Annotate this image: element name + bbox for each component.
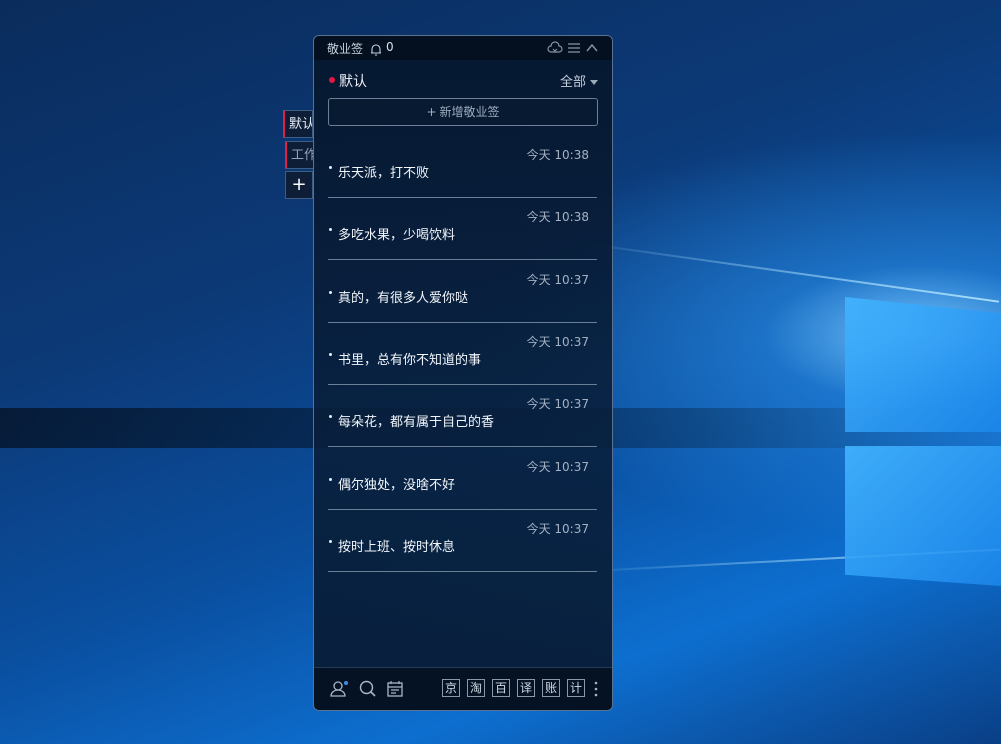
filter-label: 全部 <box>559 75 586 90</box>
note-time: 今天 10:37 <box>526 335 589 349</box>
cloud-sync-icon[interactable] <box>547 41 563 55</box>
windows-logo-pane <box>845 446 1001 586</box>
note-time: 今天 10:37 <box>526 273 589 287</box>
bell-icon[interactable] <box>370 41 382 56</box>
app-title: 敬业签 <box>327 42 364 56</box>
search-icon[interactable] <box>358 679 378 699</box>
chevron-down-icon <box>590 80 598 85</box>
plus-icon: + <box>426 105 437 119</box>
note-time: 今天 10:38 <box>526 210 589 224</box>
shortcut-baidu-button[interactable]: 百 <box>492 679 510 697</box>
note-text: 按时上班、按时休息 <box>338 540 456 555</box>
user-icon[interactable] <box>330 679 350 699</box>
note-text: 乐天派，打不败 <box>338 166 430 181</box>
menu-icon[interactable] <box>567 41 581 55</box>
title-bar: 敬业签 0 <box>314 36 612 60</box>
note-item[interactable]: 今天 10:37 按时上班、按时休息 <box>328 510 597 572</box>
windows-logo-pane <box>845 297 1001 432</box>
bullet-icon <box>329 353 332 356</box>
bullet-icon <box>329 228 332 231</box>
note-text: 书里，总有你不知道的事 <box>338 353 482 368</box>
notification-count: 0 <box>386 40 394 54</box>
note-item[interactable]: 今天 10:38 多吃水果，少喝饮料 <box>328 198 597 260</box>
wallpaper-light-beam <box>562 239 999 303</box>
add-note-label: 新增敬业签 <box>439 105 500 119</box>
note-item[interactable]: 今天 10:37 书里，总有你不知道的事 <box>328 323 597 385</box>
note-item[interactable]: 今天 10:37 每朵花，都有属于自己的香 <box>328 385 597 447</box>
bullet-icon <box>329 540 332 543</box>
category-dot <box>329 77 335 83</box>
more-icon[interactable] <box>594 680 598 698</box>
bullet-icon <box>329 291 332 294</box>
shortcut-account-button[interactable]: 账 <box>542 679 560 697</box>
filter-dropdown[interactable]: 全部 <box>560 71 598 90</box>
category-name[interactable]: 默认 <box>339 71 367 91</box>
note-text: 每朵花，都有属于自己的香 <box>338 415 495 430</box>
note-item[interactable]: 今天 10:37 偶尔独处，没啥不好 <box>328 448 597 510</box>
shortcut-taobao-button[interactable]: 淘 <box>467 679 485 697</box>
note-item[interactable]: 今天 10:37 真的，有很多人爱你哒 <box>328 261 597 323</box>
note-text: 偶尔独处，没啥不好 <box>338 478 456 493</box>
note-time: 今天 10:37 <box>526 397 589 411</box>
calendar-icon[interactable] <box>385 679 405 699</box>
side-tab-work[interactable]: 工作 <box>285 141 315 169</box>
note-time: 今天 10:38 <box>526 148 589 162</box>
add-category-button[interactable]: + <box>285 171 313 199</box>
bullet-icon <box>329 166 332 169</box>
note-item[interactable]: 今天 10:38 乐天派，打不败 <box>328 136 597 198</box>
add-note-button[interactable]: + 新增敬业签 <box>328 98 598 126</box>
sticky-note-panel: 敬业签 0 默认 全部 + 新增敬业签 今天 10:38 乐天派，打不败 今天 1… <box>313 35 613 711</box>
shortcut-jd-button[interactable]: 京 <box>442 679 460 697</box>
bullet-icon <box>329 478 332 481</box>
side-tab-default[interactable]: 默认 <box>283 110 313 138</box>
note-time: 今天 10:37 <box>526 522 589 536</box>
note-text: 多吃水果，少喝饮料 <box>338 228 456 243</box>
shortcut-translate-button[interactable]: 译 <box>517 679 535 697</box>
bullet-icon <box>329 415 332 418</box>
note-time: 今天 10:37 <box>526 460 589 474</box>
note-text: 真的，有很多人爱你哒 <box>338 291 469 306</box>
shortcut-calculator-button[interactable]: 计 <box>567 679 585 697</box>
collapse-icon[interactable] <box>585 41 599 55</box>
footer-toolbar: 京 淘 百 译 账 计 <box>314 667 612 710</box>
